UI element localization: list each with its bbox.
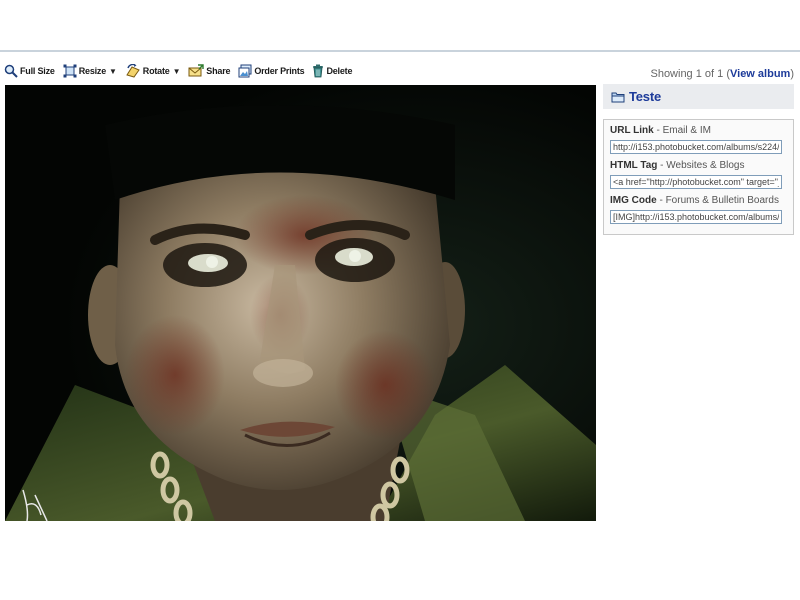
share-button[interactable]: Share xyxy=(188,64,231,78)
resize-label: Resize xyxy=(78,66,107,76)
url-link-row: URL Link - Email & IM xyxy=(610,124,787,157)
chevron-down-icon: ▼ xyxy=(109,66,117,76)
prints-icon xyxy=(238,64,252,78)
top-divider xyxy=(0,50,800,52)
rotate-label: Rotate xyxy=(142,66,170,76)
share-links-panel: URL Link - Email & IM HTML Tag - Website… xyxy=(603,119,794,235)
showing-count: Showing 1 of 1 xyxy=(650,68,724,80)
delete-button[interactable]: Delete xyxy=(312,64,352,78)
photo-toolbar: Full Size Resize ▼ Rotate ▼ Share Order … xyxy=(4,62,360,80)
main-photo xyxy=(5,85,596,521)
album-title[interactable]: Teste xyxy=(629,89,661,104)
delete-label: Delete xyxy=(326,66,353,76)
full-size-button[interactable]: Full Size xyxy=(4,64,55,78)
pager-status: Showing 1 of 1 (View album) xyxy=(650,68,794,80)
full-size-label: Full Size xyxy=(20,66,55,76)
chevron-down-icon: ▼ xyxy=(172,66,181,76)
html-tag-field[interactable] xyxy=(610,175,782,189)
share-envelope-icon xyxy=(188,64,204,77)
resize-icon xyxy=(63,64,77,78)
url-link-field[interactable] xyxy=(610,140,782,154)
rotate-icon xyxy=(125,64,140,78)
resize-button[interactable]: Resize ▼ xyxy=(63,64,117,78)
trash-icon xyxy=(313,64,324,78)
folder-icon xyxy=(611,92,625,102)
url-link-label: URL Link - Email & IM xyxy=(610,125,711,136)
view-album-link[interactable]: View album xyxy=(730,68,790,80)
rotate-button[interactable]: Rotate ▼ xyxy=(125,64,181,78)
share-label: Share xyxy=(206,66,231,76)
magnifier-icon xyxy=(4,64,18,78)
html-tag-row: HTML Tag - Websites & Blogs xyxy=(610,159,787,192)
html-tag-label: HTML Tag - Websites & Blogs xyxy=(610,160,745,171)
order-prints-button[interactable]: Order Prints xyxy=(238,64,305,78)
img-code-row: IMG Code - Forums & Bulletin Boards xyxy=(610,194,787,227)
paren-close: ) xyxy=(790,68,794,80)
img-code-label: IMG Code - Forums & Bulletin Boards xyxy=(610,195,779,206)
order-prints-label: Order Prints xyxy=(254,66,305,76)
album-header: Teste xyxy=(603,84,794,109)
portrait-image xyxy=(5,85,596,521)
img-code-field[interactable] xyxy=(610,210,782,224)
